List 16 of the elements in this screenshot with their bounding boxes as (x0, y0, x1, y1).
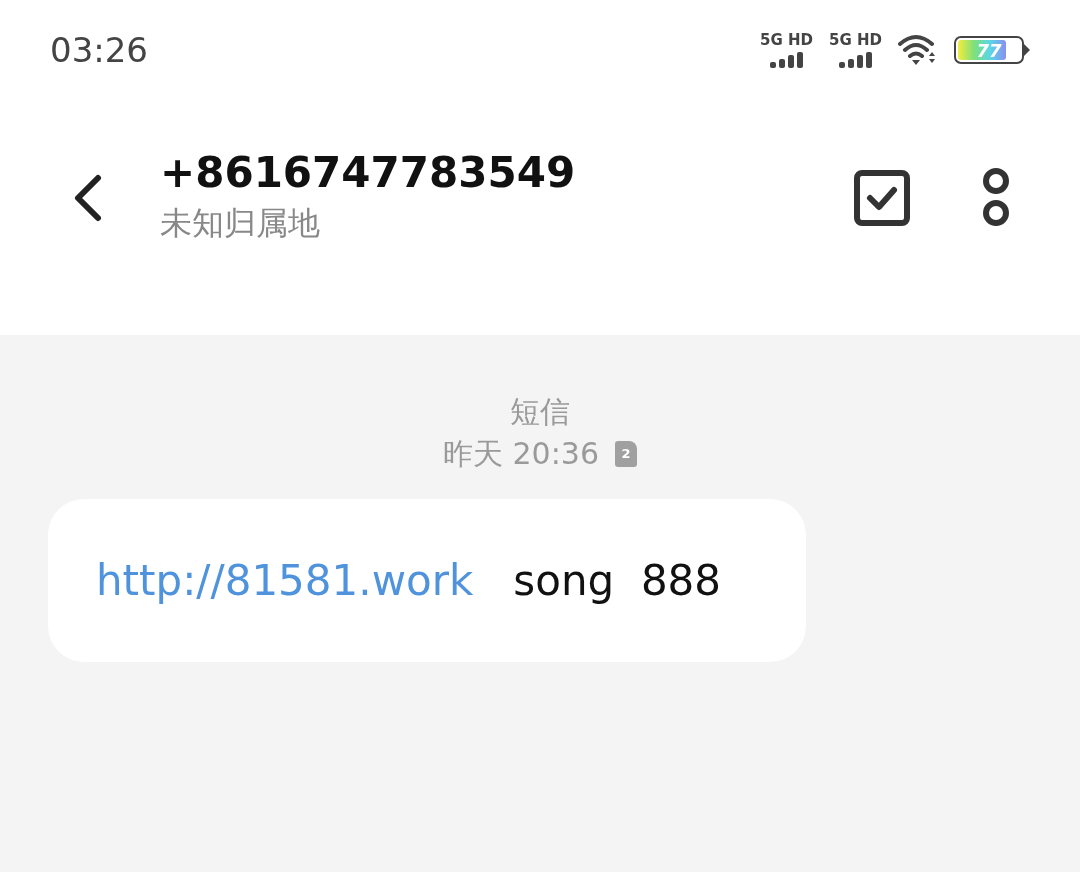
more-icon[interactable] (982, 166, 1010, 229)
message-timestamp: 昨天 20:36 (443, 435, 599, 473)
message-link[interactable]: http://81581.work (96, 556, 474, 605)
message-text: song 888 (512, 556, 722, 605)
sim-badge: 2 (615, 441, 637, 467)
checkbox-icon[interactable] (854, 169, 910, 226)
signal-icon (838, 51, 873, 68)
status-time: 03:26 (50, 28, 148, 72)
network-label: 5G HD (829, 32, 882, 48)
message-channel: 短信 (510, 393, 570, 431)
battery-level: 77 (975, 38, 1003, 62)
contact-location: 未知归属地 (160, 202, 321, 244)
contact-number: +8616747783549 (160, 148, 577, 199)
wifi-icon (898, 34, 938, 66)
signal-icon (769, 51, 804, 68)
network-label: 5G HD (760, 32, 813, 48)
